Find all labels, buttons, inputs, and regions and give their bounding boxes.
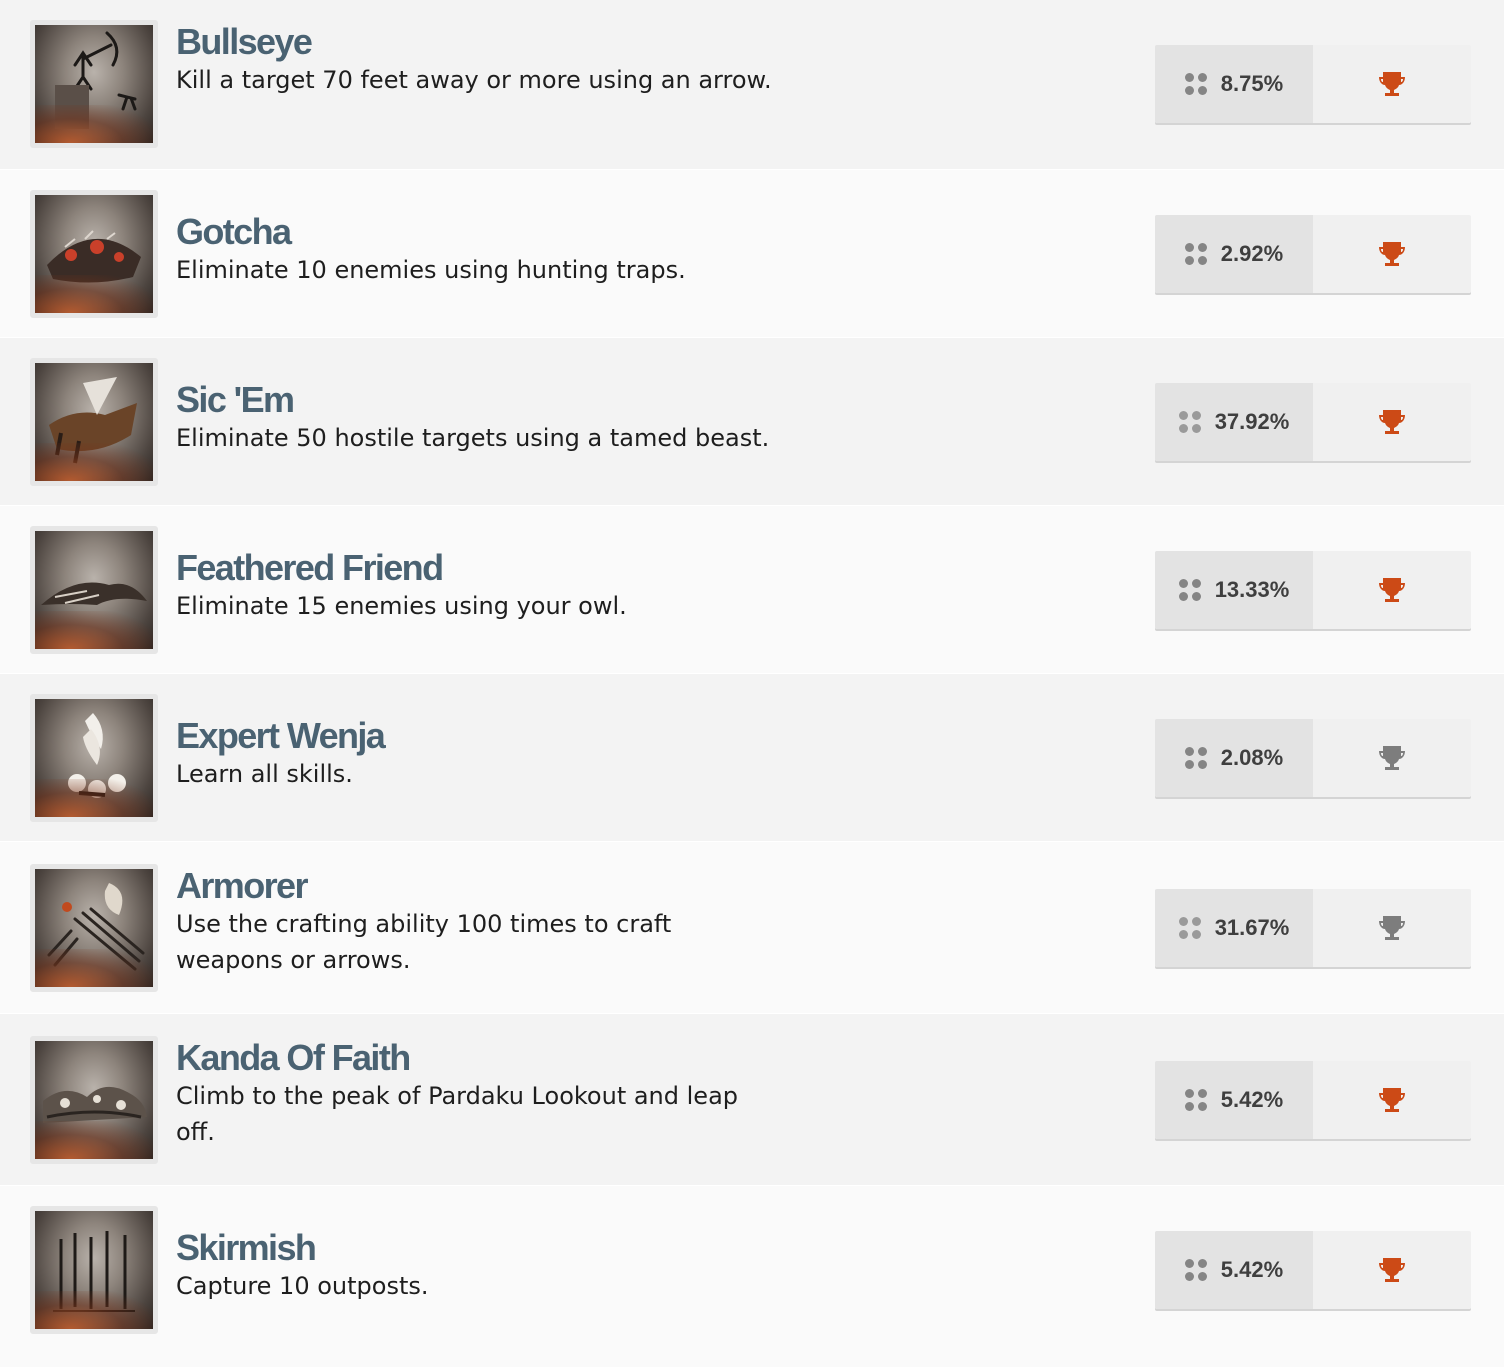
- achievement-description: Eliminate 50 hostile targets using a tam…: [176, 424, 770, 452]
- achievement-thumbnail: [30, 526, 158, 654]
- achievement-title[interactable]: Sic 'Em: [176, 380, 816, 420]
- achievement-stat: 2.08%: [1155, 719, 1471, 797]
- achievement-description: Eliminate 10 enemies using hunting traps…: [176, 256, 686, 284]
- trophy-icon: [1379, 578, 1405, 602]
- achievement-thumbnail: [30, 20, 158, 148]
- achievement-title[interactable]: Skirmish: [176, 1228, 816, 1268]
- achievement-stat: 5.42%: [1155, 1061, 1471, 1139]
- trophy-cell: [1313, 1231, 1471, 1309]
- unlock-rate: 2.92%: [1155, 215, 1313, 293]
- unlock-rate: 8.75%: [1155, 45, 1313, 123]
- unlock-percent: 2.92%: [1220, 241, 1284, 266]
- achievement-description: Use the crafting ability 100 times to cr…: [176, 910, 672, 974]
- achievement-text: Gotcha Eliminate 10 enemies using huntin…: [176, 212, 816, 288]
- trophy-icon: [1379, 1088, 1405, 1112]
- achievement-row[interactable]: Skirmish Capture 10 outposts. 5.42%: [0, 1186, 1504, 1368]
- achievement-row[interactable]: Feathered Friend Eliminate 15 enemies us…: [0, 506, 1504, 674]
- achievement-text: Armorer Use the crafting ability 100 tim…: [176, 866, 816, 978]
- trophy-cell: [1313, 383, 1471, 461]
- achievement-text: Skirmish Capture 10 outposts.: [176, 1228, 816, 1304]
- rarity-icon: [1184, 1259, 1207, 1281]
- achievement-text: Feathered Friend Eliminate 15 enemies us…: [176, 548, 816, 624]
- achievement-thumbnail: [30, 1036, 158, 1164]
- trophy-cell: [1313, 45, 1471, 123]
- unlock-rate: 31.67%: [1155, 889, 1313, 967]
- achievement-stat: 5.42%: [1155, 1231, 1471, 1309]
- achievement-stat: 8.75%: [1155, 45, 1471, 123]
- achievement-title[interactable]: Kanda Of Faith: [176, 1038, 816, 1078]
- trophy-icon: [1379, 72, 1405, 96]
- unlock-rate: 37.92%: [1155, 383, 1313, 461]
- achievement-stat: 2.92%: [1155, 215, 1471, 293]
- trophy-icon: [1379, 410, 1405, 434]
- achievement-description: Capture 10 outposts.: [176, 1272, 429, 1300]
- trophy-icon: [1379, 242, 1405, 266]
- achievement-description: Eliminate 15 enemies using your owl.: [176, 592, 627, 620]
- unlock-rate: 5.42%: [1155, 1061, 1313, 1139]
- unlock-rate: 2.08%: [1155, 719, 1313, 797]
- achievement-title[interactable]: Expert Wenja: [176, 716, 816, 756]
- achievement-thumbnail: [30, 694, 158, 822]
- achievement-list: Bullseye Kill a target 70 feet away or m…: [0, 0, 1504, 1368]
- achievement-row[interactable]: Armorer Use the crafting ability 100 tim…: [0, 842, 1504, 1014]
- achievement-thumbnail: [30, 1206, 158, 1334]
- achievement-description: Kill a target 70 feet away or more using…: [176, 66, 772, 94]
- achievement-title[interactable]: Feathered Friend: [176, 548, 816, 588]
- achievement-row[interactable]: Sic 'Em Eliminate 50 hostile targets usi…: [0, 338, 1504, 506]
- achievement-thumbnail: [30, 190, 158, 318]
- achievement-text: Bullseye Kill a target 70 feet away or m…: [176, 22, 816, 98]
- achievement-row[interactable]: Kanda Of Faith Climb to the peak of Pard…: [0, 1014, 1504, 1186]
- unlock-rate: 13.33%: [1155, 551, 1313, 629]
- unlock-percent: 5.42%: [1220, 1087, 1284, 1112]
- achievement-stat: 37.92%: [1155, 383, 1471, 461]
- rarity-icon: [1184, 73, 1207, 95]
- rarity-icon: [1184, 747, 1207, 769]
- rarity-icon: [1178, 917, 1201, 939]
- achievement-title[interactable]: Gotcha: [176, 212, 816, 252]
- achievement-thumbnail: [30, 358, 158, 486]
- achievement-title[interactable]: Armorer: [176, 866, 816, 906]
- rarity-icon: [1184, 243, 1207, 265]
- trophy-icon: [1379, 1258, 1405, 1282]
- achievement-stat: 13.33%: [1155, 551, 1471, 629]
- unlock-rate: 5.42%: [1155, 1231, 1313, 1309]
- trophy-cell: [1313, 889, 1471, 967]
- rarity-icon: [1178, 411, 1201, 433]
- achievement-text: Sic 'Em Eliminate 50 hostile targets usi…: [176, 380, 816, 456]
- unlock-percent: 2.08%: [1220, 745, 1284, 770]
- unlock-percent: 13.33%: [1214, 577, 1290, 602]
- achievement-thumbnail: [30, 864, 158, 992]
- achievement-row[interactable]: Expert Wenja Learn all skills. 2.08%: [0, 674, 1504, 842]
- unlock-percent: 8.75%: [1220, 71, 1284, 96]
- rarity-icon: [1178, 579, 1201, 601]
- unlock-percent: 31.67%: [1214, 915, 1290, 940]
- trophy-cell: [1313, 215, 1471, 293]
- trophy-icon: [1379, 746, 1405, 770]
- achievement-stat: 31.67%: [1155, 889, 1471, 967]
- trophy-cell: [1313, 1061, 1471, 1139]
- trophy-cell: [1313, 719, 1471, 797]
- trophy-icon: [1379, 916, 1405, 940]
- unlock-percent: 5.42%: [1220, 1257, 1284, 1282]
- achievement-row[interactable]: Gotcha Eliminate 10 enemies using huntin…: [0, 170, 1504, 338]
- trophy-cell: [1313, 551, 1471, 629]
- achievement-description: Learn all skills.: [176, 760, 353, 788]
- unlock-percent: 37.92%: [1214, 409, 1290, 434]
- achievement-text: Kanda Of Faith Climb to the peak of Pard…: [176, 1038, 816, 1150]
- rarity-icon: [1184, 1089, 1207, 1111]
- achievement-text: Expert Wenja Learn all skills.: [176, 716, 816, 792]
- achievement-title[interactable]: Bullseye: [176, 22, 816, 62]
- achievement-description: Climb to the peak of Pardaku Lookout and…: [176, 1082, 739, 1146]
- achievement-row[interactable]: Bullseye Kill a target 70 feet away or m…: [0, 0, 1504, 170]
